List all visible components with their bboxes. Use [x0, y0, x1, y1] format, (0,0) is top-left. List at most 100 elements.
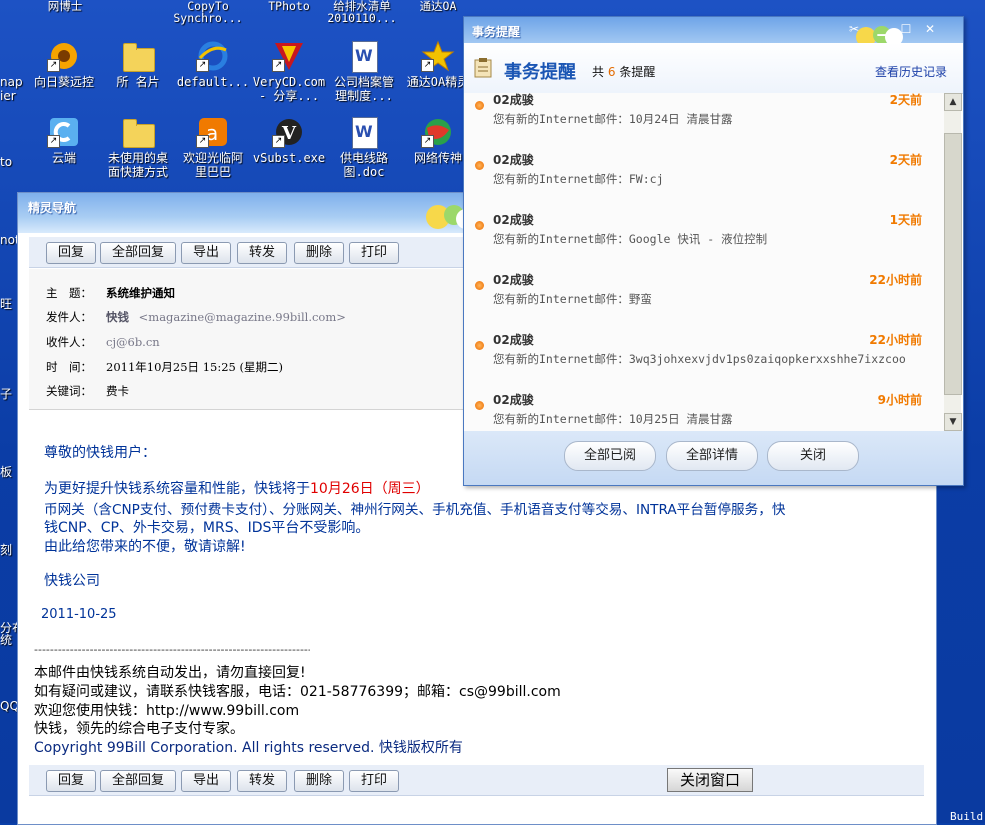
- word-doc-icon: [347, 116, 381, 149]
- greeting: 尊敬的快钱用户：: [44, 445, 156, 461]
- mail-time: 2011年10月25日 15:25 (星期二): [106, 360, 283, 374]
- desktop-icon-folder-2[interactable]: 未使用的桌 面快捷方式: [98, 116, 178, 179]
- scroll-thumb[interactable]: [944, 133, 962, 395]
- popup-heading: 事务提醒: [504, 62, 576, 83]
- delete-button[interactable]: 删除: [294, 242, 344, 264]
- popup-title: 事务提醒: [472, 25, 521, 39]
- reminder-list: 02成骏 您有新的Internet邮件：10月24日 清晨甘露 2天前 02成骏…: [464, 93, 944, 431]
- edge-label[interactable]: nap: [0, 76, 23, 88]
- mail-window-title: 精灵导航: [28, 201, 77, 215]
- desktop-icon-label[interactable]: TPhoto: [249, 0, 329, 12]
- close-window-button[interactable]: 关闭窗口: [667, 768, 753, 792]
- footer-line-4: 快钱，领先的综合电子支付专家。: [34, 721, 244, 737]
- delete-button[interactable]: 删除: [294, 770, 344, 792]
- popup-header: 事务提醒 共 6 条提醒 查看历史记录: [464, 43, 963, 94]
- to-row: 收件人： cj@6b.cn: [46, 335, 160, 349]
- sunflower-icon: ↗: [47, 40, 81, 72]
- desktop-icon-cloud[interactable]: ↗ 云端: [24, 116, 104, 165]
- footer-line-5: Copyright 99Bill Corporation. All rights…: [34, 740, 463, 756]
- desktop-icon-label[interactable]: 网博士: [25, 0, 105, 12]
- desktop-icon-doc-2[interactable]: 供电线路 图.doc: [324, 116, 404, 179]
- bullet-icon: [475, 221, 484, 230]
- body-line-1: 为更好提升快钱系统容量和性能，快钱将于10月26日（周三）: [44, 481, 430, 497]
- from-name[interactable]: 快钱: [106, 309, 129, 325]
- list-item[interactable]: 02成骏 您有新的Internet邮件：3wq3johxexvjdv1ps0za…: [464, 317, 944, 378]
- globe-icon: ↗: [421, 116, 455, 148]
- signature-company: 快钱公司: [44, 573, 100, 589]
- reply-button[interactable]: 回复: [46, 242, 96, 264]
- forward-button[interactable]: 转发: [237, 242, 287, 264]
- desktop-icon-label[interactable]: 通达OA: [398, 0, 478, 12]
- export-button[interactable]: 导出: [181, 242, 231, 264]
- reply-button[interactable]: 回复: [46, 770, 96, 792]
- maximize-icon[interactable]: ☐: [896, 20, 916, 38]
- footer-separator: ----------------------------------------…: [34, 643, 310, 656]
- vsubst-icon: V ↗: [272, 116, 306, 148]
- desktop-icon-alibaba[interactable]: a ↗ 欢迎光临阿 里巴巴: [173, 116, 253, 179]
- corner-text: Build: [950, 810, 984, 823]
- view-history-link[interactable]: 查看历史记录: [875, 63, 947, 80]
- reply-all-button[interactable]: 全部回复: [100, 242, 176, 264]
- scroll-up-icon[interactable]: ▲: [944, 93, 962, 111]
- bullet-icon: [475, 401, 484, 410]
- footer-line-3: 欢迎您使用快钱：http://www.99bill.com: [34, 703, 300, 719]
- export-button[interactable]: 导出: [181, 770, 231, 792]
- reminder-count: 共 6 条提醒: [592, 65, 656, 79]
- body-line-2: 币网关（含CNP支付、预付费卡支付）、分账网关、神州行网关、手机充值、手机语音支…: [44, 502, 786, 518]
- from-row: 发件人： 快钱 <magazine@magazine.99bill.com>: [46, 309, 346, 325]
- print-button[interactable]: 打印: [349, 770, 399, 792]
- keyword-row: 关键词： 费卡: [46, 384, 129, 398]
- clipboard-icon: [474, 58, 492, 78]
- cloud-app-icon: ↗: [47, 116, 81, 148]
- edge-label[interactable]: ier: [0, 90, 16, 102]
- edge-label[interactable]: 旺: [0, 298, 12, 310]
- desktop-icon-label[interactable]: CopyTo Synchro...: [168, 0, 248, 24]
- from-email[interactable]: <magazine@magazine.99bill.com>: [139, 310, 346, 324]
- to-address[interactable]: cj@6b.cn: [106, 335, 160, 349]
- close-icon[interactable]: ✕: [920, 20, 940, 38]
- list-item[interactable]: 02成骏 您有新的Internet邮件：10月24日 清晨甘露 2天前: [464, 93, 944, 138]
- desktop-icon-sunflower[interactable]: ↗ 向日葵远控: [24, 40, 104, 89]
- signature-date: 2011-10-25: [41, 607, 117, 622]
- all-details-button[interactable]: 全部详情: [666, 441, 758, 471]
- ie-icon: ↗: [196, 40, 230, 72]
- mail-bottom-toolbar: 回复 全部回复 导出 转发 删除 打印 关闭窗口: [29, 765, 924, 796]
- list-item[interactable]: 02成骏 您有新的Internet邮件：Google 快讯 - 液位控制 1天前: [464, 197, 944, 258]
- time-row: 时 间： 2011年10月25日 15:25 (星期二): [46, 360, 283, 374]
- close-button[interactable]: 关闭: [767, 441, 859, 471]
- desktop-icon-folder[interactable]: 所 名片: [98, 40, 178, 89]
- settings-icon[interactable]: ✂: [844, 20, 864, 38]
- word-doc-icon: [347, 40, 381, 73]
- print-button[interactable]: 打印: [349, 242, 399, 264]
- edge-label[interactable]: 子: [0, 388, 12, 400]
- subject-row: 主 题： 系统维护通知: [46, 286, 175, 300]
- reply-all-button[interactable]: 全部回复: [100, 770, 176, 792]
- popup-title-bar[interactable]: 事务提醒 ✂ ▁ ☐ ✕: [464, 17, 963, 43]
- forward-button[interactable]: 转发: [237, 770, 287, 792]
- bullet-icon: [475, 101, 484, 110]
- minimize-icon[interactable]: ▁: [872, 20, 892, 38]
- bullet-icon: [475, 341, 484, 350]
- desktop-icon-verycd[interactable]: ↗ VeryCD.com - 分享...: [249, 40, 329, 103]
- list-item[interactable]: 02成骏 您有新的Internet邮件：10月25日 清晨甘露 9小时前: [464, 377, 944, 431]
- desktop-icon-vsubst[interactable]: V ↗ vSubst.exe: [249, 116, 329, 165]
- mark-all-read-button[interactable]: 全部已阅: [564, 441, 656, 471]
- verycd-icon: ↗: [272, 40, 306, 72]
- body-line-4: 由此给您带来的不便，敬请谅解!: [44, 539, 246, 555]
- desktop-icon-label[interactable]: 给排水清单 2010110...: [322, 0, 402, 24]
- edge-label[interactable]: to: [0, 156, 12, 168]
- edge-label[interactable]: 刻: [0, 544, 12, 556]
- desktop-icon-ie[interactable]: ↗ default...: [173, 40, 253, 89]
- folder-icon: [121, 116, 155, 148]
- scroll-down-icon[interactable]: ▼: [944, 413, 962, 431]
- alibaba-icon: a ↗: [196, 116, 230, 148]
- desktop-icon-doc[interactable]: 公司档案管 理制度...: [324, 40, 404, 103]
- bullet-icon: [475, 161, 484, 170]
- mail-subject: 系统维护通知: [106, 286, 175, 300]
- mail-keyword: 费卡: [106, 384, 129, 398]
- list-item[interactable]: 02成骏 您有新的Internet邮件：野蛮 22小时前: [464, 257, 944, 318]
- body-line-3: 钱CNP、CP、外卡交易，MRS、IDS平台不受影响。: [44, 520, 370, 536]
- reminder-scrollbar[interactable]: ▲ ▼: [944, 93, 962, 431]
- edge-label[interactable]: 板: [0, 466, 12, 478]
- list-item[interactable]: 02成骏 您有新的Internet邮件：FW:cj 2天前: [464, 137, 944, 198]
